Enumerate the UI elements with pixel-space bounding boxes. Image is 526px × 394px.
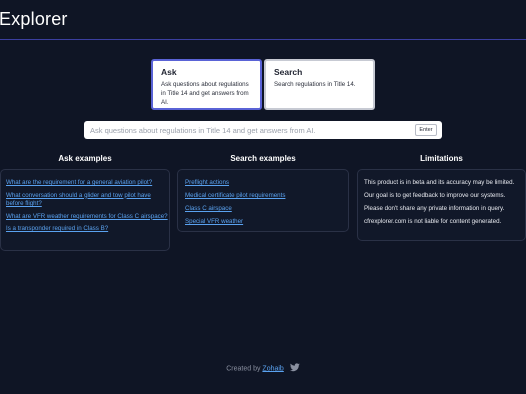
ask-mode-description: Ask questions about regulations in Title… <box>161 81 249 106</box>
author-link[interactable]: Zohaib <box>262 365 283 372</box>
header: Explorer <box>0 0 526 40</box>
ask-mode-title: Ask <box>161 67 177 77</box>
search-examples-panel: Preflight actions Medical certificate pi… <box>177 169 349 232</box>
search-input[interactable] <box>90 121 410 139</box>
twitter-icon[interactable] <box>289 363 300 374</box>
search-examples-heading: Search examples <box>230 154 296 163</box>
enter-button[interactable]: Enter <box>415 124 437 136</box>
limitation-item: This product is in beta and its accuracy… <box>364 179 515 186</box>
search-example-link[interactable]: Class C airspace <box>185 205 348 214</box>
search-mode-card[interactable]: Search Search regulations in Title 14. <box>264 59 375 110</box>
search-bar: Enter <box>84 121 442 139</box>
ask-example-link[interactable]: What conversation should a glider and to… <box>6 192 169 209</box>
limitations-heading: Limitations <box>420 154 463 163</box>
footer-prefix: Created by <box>226 365 261 373</box>
ask-example-link[interactable]: What are the requirement for a general a… <box>6 179 169 188</box>
search-example-link[interactable]: Preflight actions <box>185 179 348 188</box>
limitations-panel: This product is in beta and its accuracy… <box>357 169 526 241</box>
ask-mode-card[interactable]: Ask Ask questions about regulations in T… <box>151 59 262 110</box>
ask-example-link[interactable]: Is a transponder required in Class B? <box>6 225 169 234</box>
limitation-item: Our goal is to get feedback to improve o… <box>364 192 506 199</box>
search-mode-description: Search regulations in Title 14. <box>274 81 356 88</box>
search-example-link[interactable]: Medical certificate pilot requirements <box>185 192 348 201</box>
ask-examples-panel: What are the requirement for a general a… <box>0 169 170 251</box>
limitation-item: Please don't share any private informati… <box>364 205 505 212</box>
search-example-link[interactable]: Special VFR weather <box>185 218 348 227</box>
search-mode-title: Search <box>274 67 303 77</box>
app-title: Explorer <box>0 9 68 29</box>
footer: Created by Zohaib <box>0 363 526 374</box>
limitation-item: cfrexplorer.com is not liable for conten… <box>364 218 502 225</box>
ask-example-link[interactable]: What are VFR weather requirements for Cl… <box>6 213 169 222</box>
ask-examples-heading: Ask examples <box>58 154 112 163</box>
